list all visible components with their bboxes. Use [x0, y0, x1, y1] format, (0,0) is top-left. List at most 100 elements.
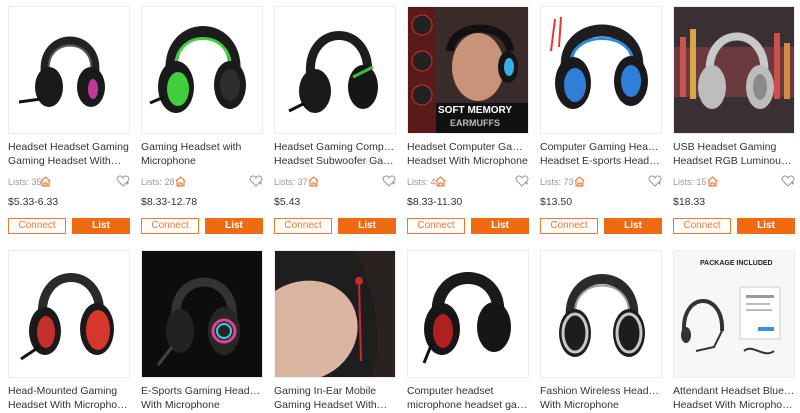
- product-title-line: Computer Gaming Headset: [540, 141, 662, 153]
- connect-button[interactable]: Connect: [540, 218, 598, 234]
- image-caption: SOFT MEMORY: [438, 105, 513, 116]
- product-card[interactable]: Headset Headset Gaming Gaming Headset Wi…: [8, 6, 130, 234]
- product-title-line: Headset With Microphone: [407, 155, 528, 167]
- shop-icon[interactable]: [574, 176, 585, 187]
- product-card[interactable]: Computer headset microphone headset gami…: [407, 250, 529, 412]
- product-title-line: Gaming Headset with: [141, 141, 242, 153]
- product-title-line: Headset With Microphone…: [8, 399, 130, 411]
- product-card[interactable]: Headset Gaming Computer Headset Subwoofe…: [274, 6, 396, 234]
- product-image[interactable]: [274, 6, 396, 134]
- product-price: $18.33: [673, 196, 706, 208]
- product-image[interactable]: SOFT MEMORY EARMUFFS: [407, 6, 529, 134]
- product-image[interactable]: [673, 6, 795, 134]
- heart-icon[interactable]: [249, 174, 263, 188]
- product-meta: Lists: 37: [274, 174, 396, 190]
- connect-button[interactable]: Connect: [673, 218, 731, 234]
- product-meta: Lists: 4: [407, 174, 529, 190]
- lists-count: Lists: 4: [407, 177, 436, 187]
- product-card[interactable]: Head-Mounted Gaming Headset With Microph…: [8, 250, 130, 412]
- product-title[interactable]: Headset Computer Gaming Headset With Mic…: [407, 140, 529, 168]
- product-title-line: Headset With Microphone…: [673, 399, 795, 411]
- product-meta: Lists: 35: [8, 174, 130, 190]
- heart-icon[interactable]: [116, 174, 130, 188]
- product-title-line: Gaming In-Ear Mobile: [274, 385, 377, 397]
- product-card[interactable]: SOFT MEMORY EARMUFFS Headset Computer Ga…: [407, 6, 529, 234]
- product-price: $8.33-12.78: [141, 196, 198, 208]
- product-title[interactable]: Headset Headset Gaming Gaming Headset Wi…: [8, 140, 130, 168]
- product-card[interactable]: USB Headset Gaming Headset RGB Luminous……: [673, 6, 795, 234]
- lists-count: Lists: 28: [141, 177, 175, 187]
- product-title-line: Gaming Headset With…: [8, 155, 122, 167]
- heart-icon[interactable]: [781, 174, 795, 188]
- list-button[interactable]: List: [205, 218, 263, 234]
- list-button[interactable]: List: [604, 218, 662, 234]
- connect-button[interactable]: Connect: [8, 218, 66, 234]
- product-card[interactable]: Computer Gaming Headset Headset E-sports…: [540, 6, 662, 234]
- product-actions: Connect List: [673, 218, 795, 234]
- lists-count: Lists: 35: [8, 177, 42, 187]
- product-image[interactable]: [141, 6, 263, 134]
- lists-count: Lists: 15: [673, 177, 707, 187]
- heart-icon[interactable]: [382, 174, 396, 188]
- product-title[interactable]: Attendant Headset Bluetooth Headset With…: [673, 384, 795, 412]
- connect-button[interactable]: Connect: [141, 218, 199, 234]
- product-title[interactable]: Head-Mounted Gaming Headset With Microph…: [8, 384, 130, 412]
- product-image[interactable]: [8, 250, 130, 378]
- product-image[interactable]: [274, 250, 396, 378]
- product-title[interactable]: USB Headset Gaming Headset RGB Luminous…: [673, 140, 795, 168]
- product-image[interactable]: [407, 250, 529, 378]
- shop-icon[interactable]: [308, 176, 319, 187]
- heart-icon[interactable]: [648, 174, 662, 188]
- product-title[interactable]: Computer Gaming Headset Headset E-sports…: [540, 140, 662, 168]
- product-title-line: Microphone: [141, 155, 196, 167]
- product-image[interactable]: PACKAGE INCLUDED: [673, 250, 795, 378]
- product-card[interactable]: PACKAGE INCLUDED Attendant Headset Bluet…: [673, 250, 795, 412]
- image-caption: PACKAGE INCLUDED: [700, 260, 773, 267]
- list-button[interactable]: List: [737, 218, 795, 234]
- product-title[interactable]: Fashion Wireless Headset With Microphone: [540, 384, 662, 412]
- product-image[interactable]: [540, 6, 662, 134]
- product-card[interactable]: E-Sports Gaming Headset With Microphone: [141, 250, 263, 412]
- product-actions: Connect List: [407, 218, 529, 234]
- product-title-line: Attendant Headset Bluetooth: [673, 385, 795, 397]
- connect-button[interactable]: Connect: [407, 218, 465, 234]
- list-button[interactable]: List: [338, 218, 396, 234]
- product-title-line: With Microphone: [540, 399, 619, 411]
- shop-icon[interactable]: [707, 176, 718, 187]
- lists-count: Lists: 73: [540, 177, 574, 187]
- product-actions: Connect List: [540, 218, 662, 234]
- product-price: $8.33-11.30: [407, 196, 463, 208]
- product-title[interactable]: E-Sports Gaming Headset With Microphone: [141, 384, 263, 412]
- product-title[interactable]: Gaming Headset with Microphone: [141, 140, 263, 168]
- product-title-line: Headset Subwoofer Gami…: [274, 155, 396, 167]
- shop-icon[interactable]: [175, 176, 186, 187]
- shop-icon[interactable]: [40, 176, 51, 187]
- image-caption: EARMUFFS: [450, 118, 500, 128]
- product-title[interactable]: Gaming In-Ear Mobile Gaming Headset With…: [274, 384, 396, 412]
- list-button[interactable]: List: [72, 218, 130, 234]
- product-title[interactable]: Headset Gaming Computer Headset Subwoofe…: [274, 140, 396, 168]
- product-title-line: Headset Headset Gaming: [8, 141, 129, 153]
- product-title-line: E-Sports Gaming Headset: [141, 385, 263, 397]
- product-title-line: microphone headset gami…: [407, 399, 529, 411]
- list-button[interactable]: List: [471, 218, 529, 234]
- product-title[interactable]: Computer headset microphone headset gami…: [407, 384, 529, 412]
- product-card[interactable]: Fashion Wireless Headset With Microphone: [540, 250, 662, 412]
- shop-icon[interactable]: [435, 176, 446, 187]
- product-title-line: Headset Gaming Computer: [274, 141, 396, 153]
- connect-button[interactable]: Connect: [274, 218, 332, 234]
- product-title-line: USB Headset Gaming: [673, 141, 777, 153]
- heart-icon[interactable]: [515, 174, 529, 188]
- product-image[interactable]: [141, 250, 263, 378]
- product-title-line: With Microphone: [141, 399, 220, 411]
- product-price: $5.43: [274, 196, 301, 208]
- product-card[interactable]: Gaming Headset with Microphone Lists: 28…: [141, 6, 263, 234]
- product-card[interactable]: Gaming In-Ear Mobile Gaming Headset With…: [274, 250, 396, 412]
- product-image[interactable]: [8, 6, 130, 134]
- product-title-line: Headset RGB Luminous…: [673, 155, 795, 167]
- product-meta: Lists: 73: [540, 174, 662, 190]
- product-meta: Lists: 15: [673, 174, 795, 190]
- lists-count: Lists: 37: [274, 177, 308, 187]
- product-image[interactable]: [540, 250, 662, 378]
- product-price: $5.33-6.33: [8, 196, 59, 208]
